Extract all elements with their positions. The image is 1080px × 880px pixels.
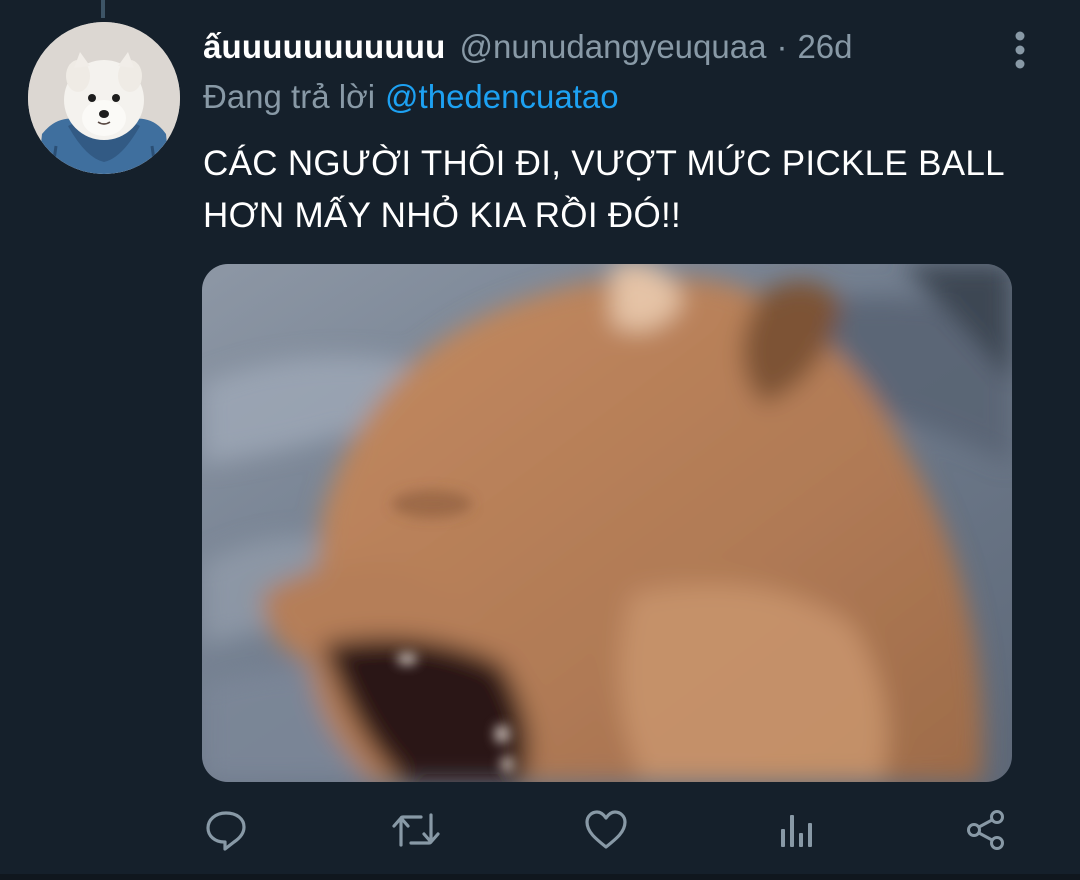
tweet-action-bar <box>0 804 1080 856</box>
avatar-dog-illustration <box>28 22 180 174</box>
share-button[interactable] <box>960 804 1012 856</box>
retweet-icon <box>392 813 440 847</box>
header-separator: · <box>776 28 788 65</box>
heart-icon <box>585 810 627 849</box>
share-icon <box>967 810 1004 850</box>
avatar[interactable] <box>28 22 180 174</box>
tweet-text: CÁC NGƯỜI THÔI ĐI, VƯỢT MỨC PICKLE BALL … <box>203 138 1053 242</box>
reply-mention-link[interactable]: @thedencuatao <box>385 78 619 115</box>
user-handle[interactable]: @nunudangyeuquaa <box>460 28 767 66</box>
more-options-button[interactable] <box>1000 28 1040 72</box>
analytics-icon <box>781 815 812 847</box>
tweet-text-line: HƠN MẤY NHỎ KIA RỒI ĐÓ!! <box>203 196 682 235</box>
yawning-dog-photo <box>202 264 1012 782</box>
thread-connector-line <box>101 0 105 18</box>
reply-icon <box>206 811 246 851</box>
analytics-button[interactable] <box>770 804 822 856</box>
tweet-text-line: CÁC NGƯỜI THÔI ĐI, VƯỢT MỨC PICKLE BALL <box>203 144 1005 183</box>
retweet-button[interactable] <box>390 804 442 856</box>
like-button[interactable] <box>580 804 632 856</box>
display-name[interactable]: ấuuuuuuuuuuu <box>203 28 446 66</box>
tweet-card[interactable]: ấuuuuuuuuuuu @nunudangyeuquaa · 26d Đang… <box>0 0 1080 880</box>
replying-to: Đang trả lời @thedencuatao <box>203 78 619 116</box>
tweet-media-image[interactable] <box>202 264 1012 782</box>
tweet-timestamp[interactable]: 26d <box>797 28 852 66</box>
reply-button[interactable] <box>200 804 252 856</box>
tweet-divider <box>0 874 1080 880</box>
tweet-header: ấuuuuuuuuuuu @nunudangyeuquaa · 26d <box>203 28 853 72</box>
replying-label: Đang trả lời <box>203 78 376 115</box>
more-vertical-icon <box>1015 31 1025 69</box>
